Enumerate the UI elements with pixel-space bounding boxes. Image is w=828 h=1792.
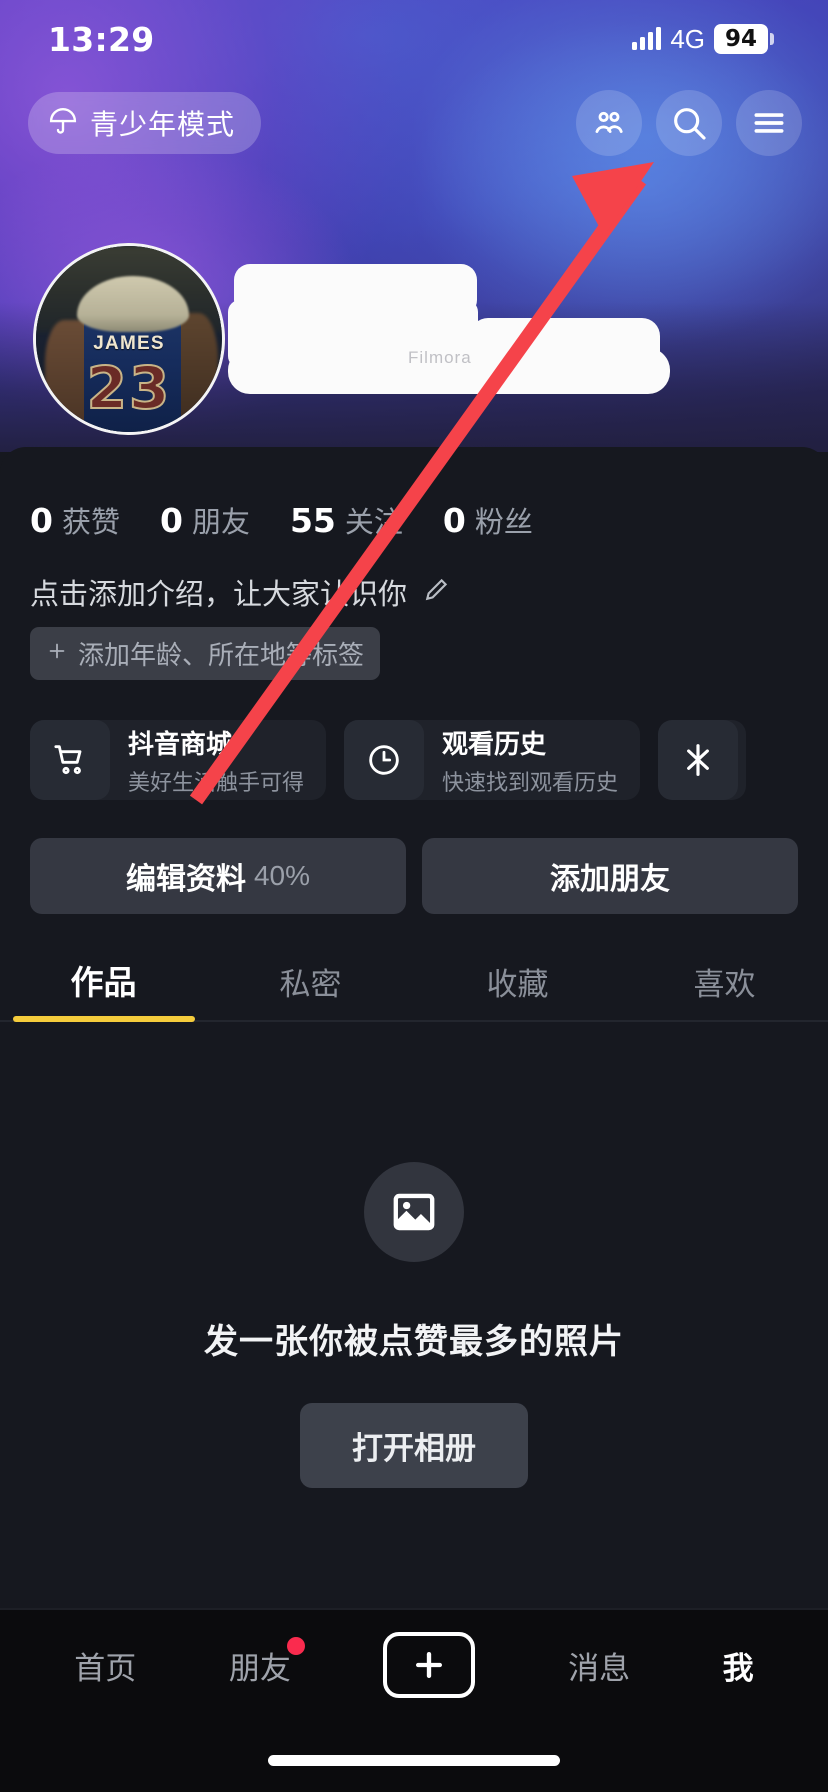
tab-favorites[interactable]: 收藏 bbox=[414, 959, 621, 1022]
pencil-icon[interactable] bbox=[421, 575, 451, 610]
plus-icon bbox=[46, 638, 68, 669]
empty-state: 发一张你被点赞最多的照片 打开相册 bbox=[0, 1022, 828, 1488]
friends-icon[interactable] bbox=[576, 90, 642, 156]
avatar-image[interactable]: JAMES 23 bbox=[33, 243, 225, 435]
stat-label: 关注 bbox=[344, 507, 403, 539]
stat-label: 粉丝 bbox=[474, 507, 533, 539]
add-tag-label: 添加年龄、所在地等标签 bbox=[78, 640, 365, 670]
avatar[interactable]: JAMES 23 bbox=[33, 243, 225, 435]
add-friend-label: 添加朋友 bbox=[550, 863, 670, 896]
nav-messages[interactable]: 消息 bbox=[568, 1643, 630, 1688]
stat-following[interactable]: 55 关注 bbox=[290, 499, 403, 541]
bottom-nav-items: 首页 朋友 消息 我 bbox=[0, 1610, 828, 1720]
service-card-mall[interactable]: 抖音商城 美好生活触手可得 bbox=[30, 720, 327, 800]
add-tag-chip[interactable]: 添加年龄、所在地等标签 bbox=[30, 627, 381, 680]
bio-placeholder-text: 点击添加介绍，让大家认识你 bbox=[30, 579, 408, 611]
menu-icon[interactable] bbox=[736, 90, 802, 156]
stat-label: 获赞 bbox=[61, 507, 120, 539]
tag-row: 添加年龄、所在地等标签 bbox=[0, 613, 828, 680]
stat-label: 朋友 bbox=[191, 507, 250, 539]
douyin-logo-icon bbox=[658, 720, 739, 800]
teen-mode-label: 青少年模式 bbox=[90, 109, 236, 140]
edit-profile-percent: 40% bbox=[253, 860, 311, 891]
app-screen: 13:29 4G 94 青少年模式 JAMES 23 Filmora 0 获赞 … bbox=[0, 0, 828, 1792]
service-card-next[interactable] bbox=[658, 720, 747, 800]
nav-profile[interactable]: 我 bbox=[723, 1643, 754, 1688]
stat-value: 55 bbox=[289, 501, 336, 540]
plus-create-icon[interactable] bbox=[383, 1632, 476, 1698]
status-time: 13:29 bbox=[48, 19, 155, 59]
umbrella-icon bbox=[48, 106, 78, 141]
battery-cap bbox=[770, 33, 774, 45]
service-card-text: 观看历史 快速找到观看历史 bbox=[442, 724, 618, 797]
tab-works[interactable]: 作品 bbox=[0, 956, 207, 1022]
battery-icon: 94 bbox=[714, 24, 774, 54]
stats-row: 0 获赞 0 朋友 55 关注 0 粉丝 bbox=[0, 447, 828, 541]
teen-mode-button[interactable]: 青少年模式 bbox=[28, 92, 262, 154]
tab-private[interactable]: 私密 bbox=[207, 959, 414, 1022]
nav-label: 我 bbox=[722, 1650, 754, 1686]
nav-label: 首页 bbox=[74, 1650, 137, 1686]
nav-label: 消息 bbox=[568, 1650, 631, 1686]
profile-sheet: 0 获赞 0 朋友 55 关注 0 粉丝 点击添加介绍，让大家认识你 添加年龄、… bbox=[0, 447, 828, 1608]
network-type-label: 4G bbox=[670, 23, 705, 54]
signal-bars-icon bbox=[632, 27, 662, 50]
home-indicator bbox=[268, 1755, 560, 1766]
edit-profile-label: 编辑资料 bbox=[125, 863, 246, 896]
shopping-cart-icon bbox=[30, 720, 110, 800]
image-placeholder-icon bbox=[364, 1162, 464, 1262]
edit-profile-button[interactable]: 编辑资料 40% bbox=[30, 838, 406, 914]
bottom-navigation: 首页 朋友 消息 我 bbox=[0, 1608, 828, 1792]
battery-percent: 94 bbox=[714, 24, 768, 54]
clock-icon bbox=[344, 720, 425, 800]
service-card-history[interactable]: 观看历史 快速找到观看历史 bbox=[344, 720, 641, 800]
content-tabs: 作品 私密 收藏 喜欢 bbox=[0, 914, 828, 1022]
topbar-icon-group bbox=[576, 90, 802, 156]
service-card-title: 观看历史 bbox=[442, 728, 547, 759]
profile-topbar: 青少年模式 bbox=[0, 90, 828, 156]
tab-likes[interactable]: 喜欢 bbox=[621, 959, 828, 1022]
tab-label: 私密 bbox=[279, 967, 342, 1002]
search-icon[interactable] bbox=[656, 90, 722, 156]
service-card-subtitle: 快速找到观看历史 bbox=[442, 769, 619, 795]
nav-label: 朋友 bbox=[228, 1650, 291, 1686]
nav-home[interactable]: 首页 bbox=[74, 1643, 136, 1688]
tab-label: 收藏 bbox=[486, 967, 549, 1002]
bio-row[interactable]: 点击添加介绍，让大家认识你 bbox=[0, 541, 828, 613]
stat-value: 0 bbox=[30, 501, 53, 540]
tab-active-indicator bbox=[12, 1016, 195, 1022]
avatar-jersey-name: JAMES bbox=[93, 333, 165, 355]
stat-followers[interactable]: 0 粉丝 bbox=[443, 499, 533, 541]
stat-value: 0 bbox=[159, 501, 183, 540]
add-friend-button[interactable]: 添加朋友 bbox=[422, 838, 798, 914]
notification-badge-dot bbox=[286, 1636, 305, 1655]
profile-action-row: 编辑资料 40% 添加朋友 bbox=[0, 800, 828, 914]
stat-friends[interactable]: 0 朋友 bbox=[160, 499, 250, 541]
status-indicators: 4G 94 bbox=[632, 24, 774, 55]
stat-likes[interactable]: 0 获赞 bbox=[30, 499, 120, 541]
open-album-button[interactable]: 打开相册 bbox=[300, 1403, 528, 1488]
service-card-subtitle: 美好生活触手可得 bbox=[128, 769, 305, 795]
service-card-text: 抖音商城 美好生活触手可得 bbox=[128, 724, 304, 797]
tab-label: 喜欢 bbox=[693, 967, 756, 1002]
status-bar: 13:29 4G 94 bbox=[0, 0, 828, 78]
open-album-label: 打开相册 bbox=[352, 1431, 476, 1466]
avatar-photo: JAMES 23 bbox=[36, 246, 222, 432]
service-card-title: 抖音商城 bbox=[128, 728, 233, 759]
empty-state-title: 发一张你被点赞最多的照片 bbox=[204, 1323, 624, 1361]
avatar-jersey-number: 23 bbox=[86, 353, 172, 423]
stat-value: 0 bbox=[442, 501, 466, 540]
watermark-text: Filmora bbox=[408, 348, 472, 367]
nav-friends[interactable]: 朋友 bbox=[228, 1636, 305, 1688]
service-cards-row: 抖音商城 美好生活触手可得 观看历史 快速找到观看历史 bbox=[0, 680, 828, 800]
tab-label: 作品 bbox=[70, 964, 137, 1001]
nav-create[interactable] bbox=[383, 1632, 476, 1698]
